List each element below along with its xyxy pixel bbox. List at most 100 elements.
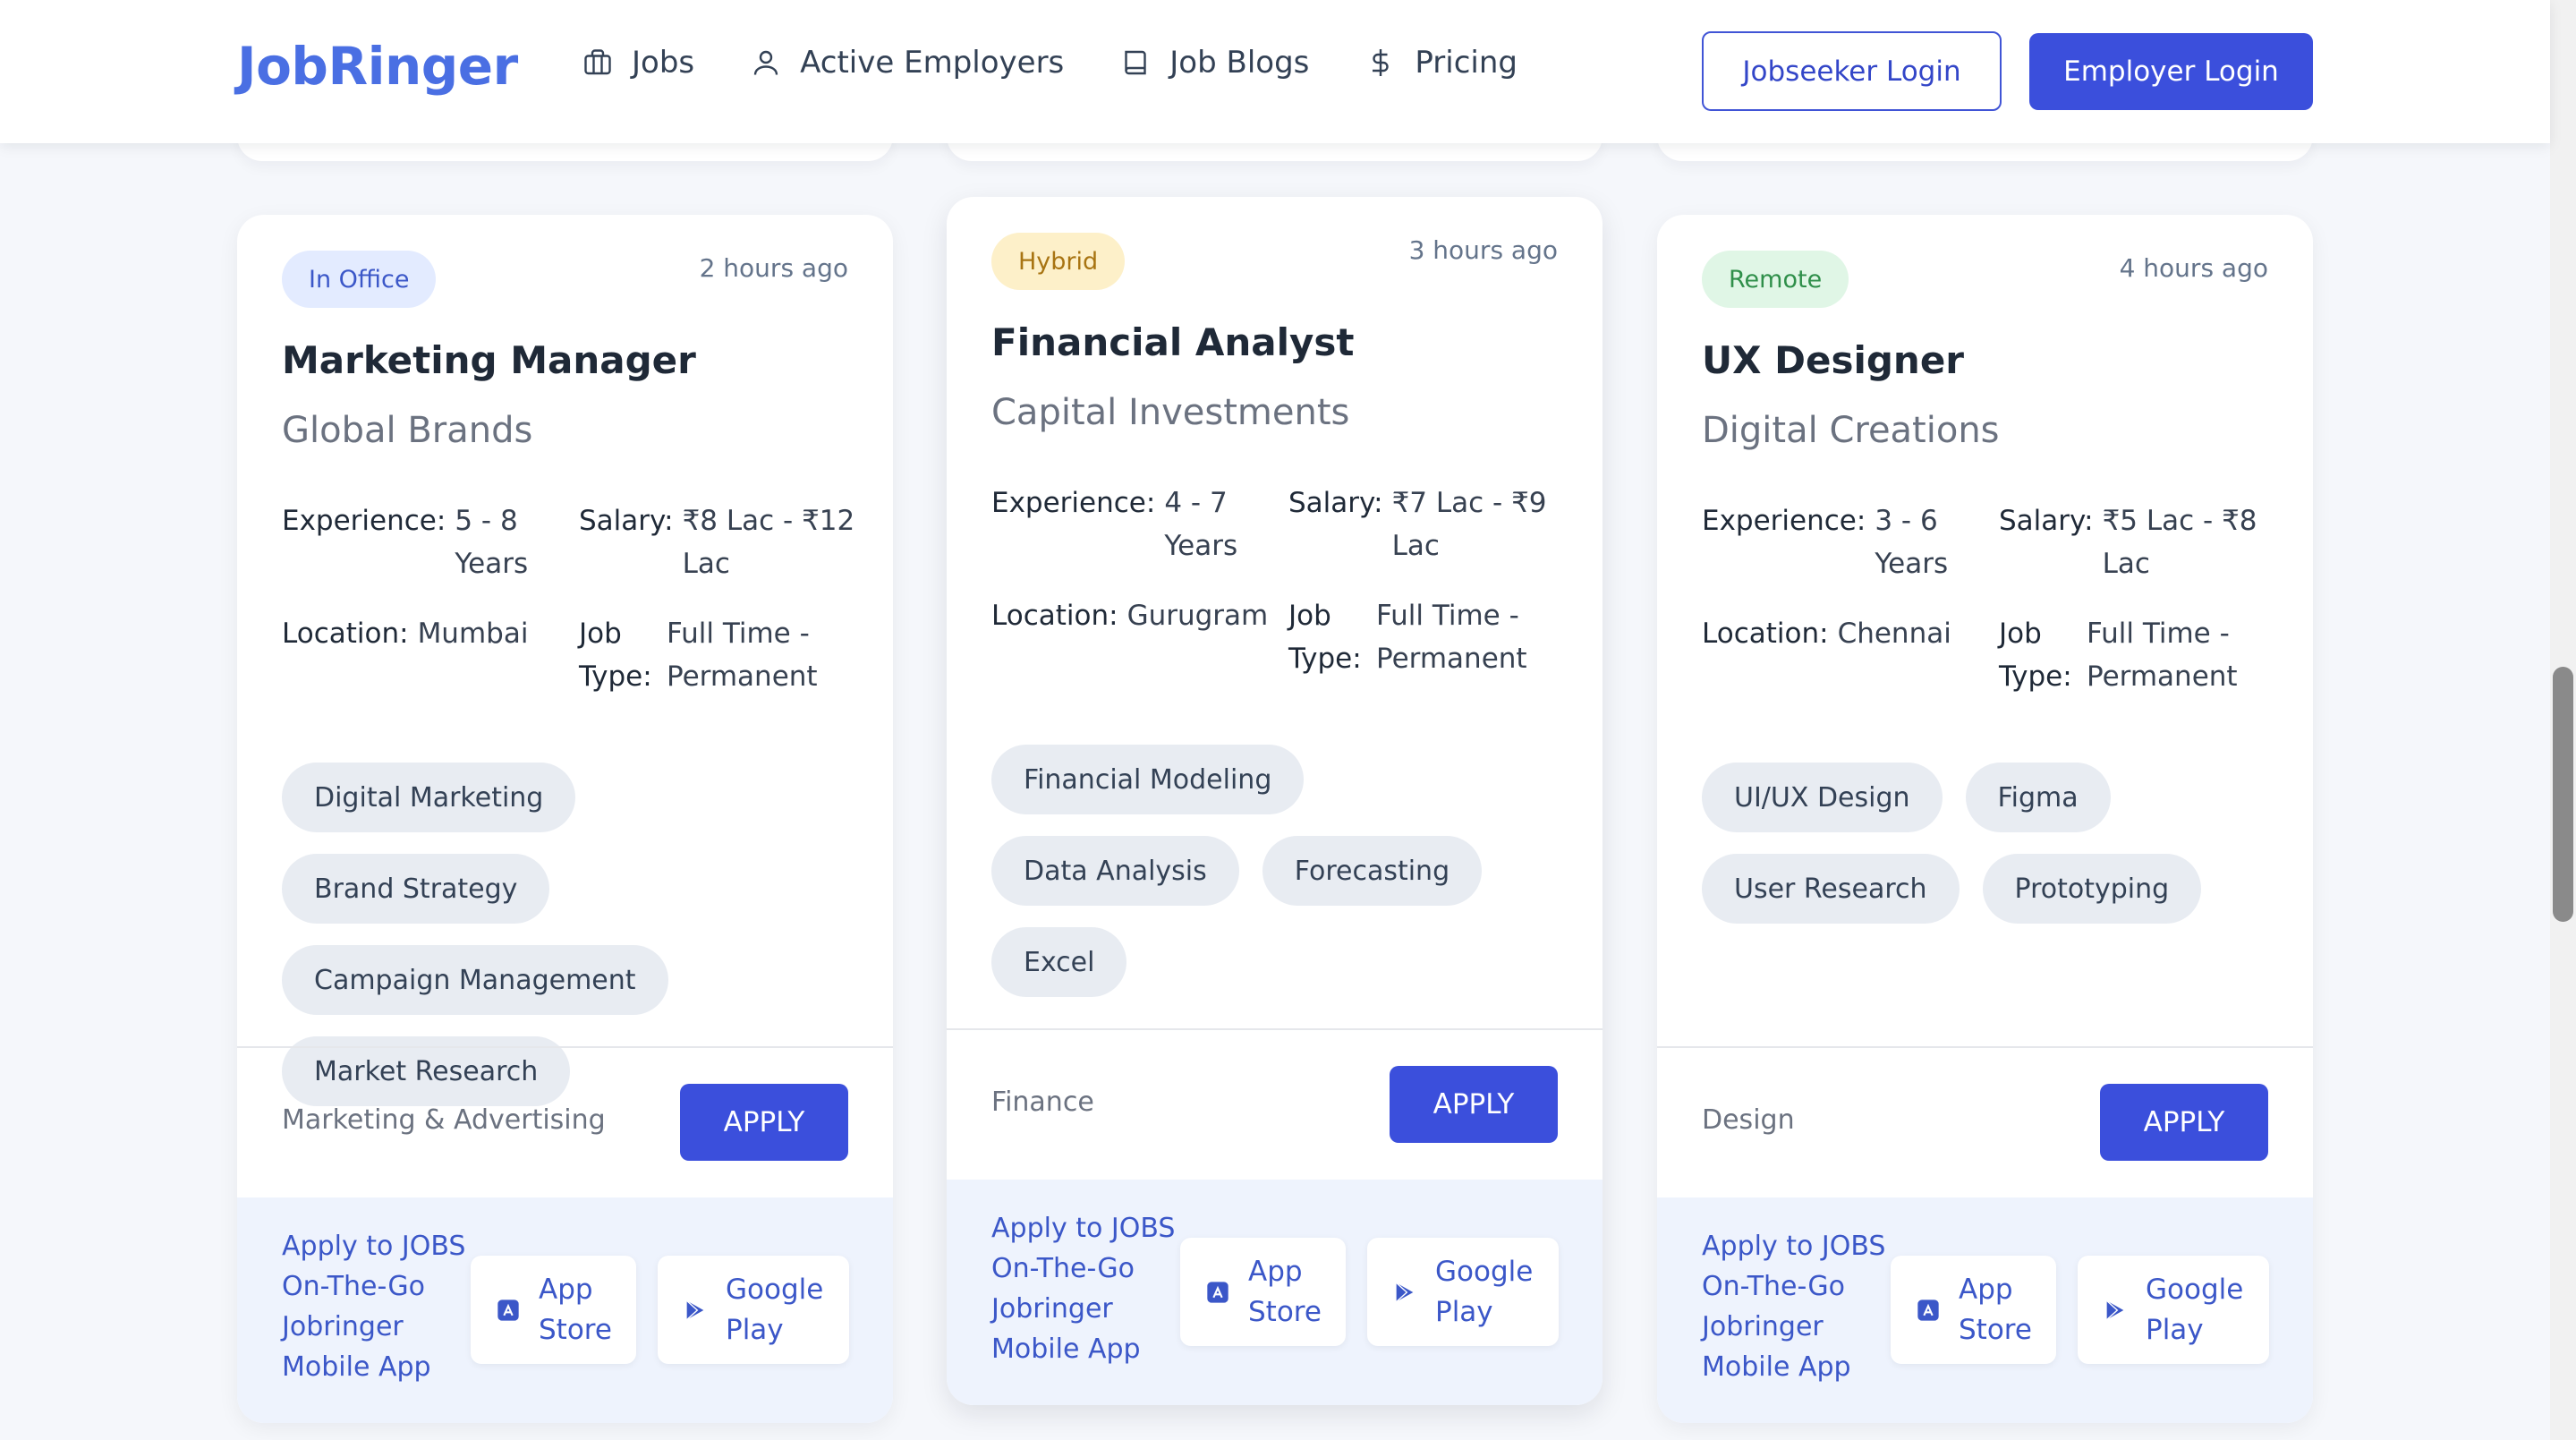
main-nav: Jobs Active Employers Job Blogs Pricing xyxy=(582,45,1573,81)
work-mode-badge: Hybrid xyxy=(991,233,1126,290)
job-title[interactable]: Marketing Manager xyxy=(282,338,696,382)
app-store-icon xyxy=(497,1299,519,1321)
company-name[interactable]: Digital Creations xyxy=(1702,410,2000,451)
app-store-button[interactable]: App Store xyxy=(1180,1238,1346,1346)
skill-tag[interactable]: Financial Modeling xyxy=(991,745,1305,814)
google-play-button[interactable]: Google Play xyxy=(2078,1256,2269,1364)
experience-value: 3 - 6 Years xyxy=(1875,505,1949,580)
job-type-value: Full Time - Permanent xyxy=(1376,600,1527,675)
location-label: Location: xyxy=(991,600,1118,632)
salary-field: Salary: ₹7 Lac - ₹9 Lac xyxy=(1288,481,1575,567)
skill-tag[interactable]: Brand Strategy xyxy=(282,854,550,924)
location-field: Location: Chennai xyxy=(1702,612,1988,655)
location-label: Location: xyxy=(282,618,409,650)
employer-login-button[interactable]: Employer Login xyxy=(2029,33,2313,110)
app-promo-text: Apply to JOBS On-The-Go Jobringer Mobile… xyxy=(1702,1231,1886,1383)
job-card-financial-analyst[interactable]: Hybrid 3 hours ago Financial Analyst Cap… xyxy=(947,197,1603,1405)
location-label: Location: xyxy=(1702,618,1829,650)
skill-tag[interactable]: Forecasting xyxy=(1262,836,1483,906)
app-store-icon xyxy=(1207,1281,1228,1303)
skill-tag[interactable]: Prototyping xyxy=(1982,854,2202,924)
skill-tag[interactable]: UI/UX Design xyxy=(1702,763,1943,832)
experience-field: Experience: 5 - 8 Years xyxy=(282,499,568,585)
job-type-field: Job Type: Full Time - Permanent xyxy=(1999,612,2285,698)
dollar-icon xyxy=(1373,49,1390,76)
company-name[interactable]: Capital Investments xyxy=(991,392,1349,433)
salary-label: Salary: xyxy=(579,505,674,537)
briefcase-icon xyxy=(584,49,611,75)
experience-field: Experience: 4 - 7 Years xyxy=(991,481,1278,567)
salary-field: Salary: ₹8 Lac - ₹12 Lac xyxy=(579,499,865,585)
nav-item-jobs[interactable]: Jobs xyxy=(582,45,694,81)
job-type-value: Full Time - Permanent xyxy=(2087,618,2238,693)
app-store-button[interactable]: App Store xyxy=(1891,1256,2056,1364)
nav-item-active-employers[interactable]: Active Employers xyxy=(750,45,1064,81)
nav-item-pricing[interactable]: Pricing xyxy=(1365,45,1518,81)
job-type-label: Job Type: xyxy=(1999,618,2072,693)
job-title[interactable]: UX Designer xyxy=(1702,338,1964,382)
google-play-button[interactable]: Google Play xyxy=(1367,1238,1559,1346)
company-name[interactable]: Global Brands xyxy=(282,410,532,451)
salary-field: Salary: ₹5 Lac - ₹8 Lac xyxy=(1999,499,2285,585)
job-type-field: Job Type: Full Time - Permanent xyxy=(1288,594,1575,680)
skill-tag[interactable]: Data Analysis xyxy=(991,836,1239,906)
card-divider xyxy=(947,1028,1603,1030)
google-play-icon xyxy=(1396,1282,1414,1302)
salary-label: Salary: xyxy=(1288,487,1383,519)
app-store-label: App Store xyxy=(539,1273,612,1346)
skill-tags: Digital Marketing Brand Strategy Campaig… xyxy=(282,763,863,1128)
book-icon xyxy=(1125,50,1146,75)
skill-tag[interactable]: Excel xyxy=(991,927,1127,997)
app-promo-text: Apply to JOBS On-The-Go Jobringer Mobile… xyxy=(282,1231,466,1383)
location-field: Location: Mumbai xyxy=(282,612,568,655)
salary-value: ₹8 Lac - ₹12 Lac xyxy=(682,505,855,580)
experience-label: Experience: xyxy=(1702,505,1866,537)
location-value: Chennai xyxy=(1837,618,1951,650)
apply-button[interactable]: APPLY xyxy=(680,1084,848,1161)
page: JobRinger Jobs Active Employers Job Blog… xyxy=(0,0,2576,1440)
job-type-value: Full Time - Permanent xyxy=(667,618,818,693)
skill-tag[interactable]: User Research xyxy=(1702,854,1960,924)
location-field: Location: Gurugram xyxy=(991,594,1278,637)
job-card-marketing-manager[interactable]: In Office 2 hours ago Marketing Manager … xyxy=(237,215,893,1423)
salary-label: Salary: xyxy=(1999,505,2094,537)
posted-time: 3 hours ago xyxy=(1408,235,1558,265)
posted-time: 2 hours ago xyxy=(699,253,848,283)
app-store-button[interactable]: App Store xyxy=(471,1256,636,1364)
experience-field: Experience: 3 - 6 Years xyxy=(1702,499,1988,585)
job-card-ux-designer[interactable]: Remote 4 hours ago UX Designer Digital C… xyxy=(1657,215,2313,1423)
work-mode-badge: Remote xyxy=(1702,251,1849,308)
skill-tag[interactable]: Campaign Management xyxy=(282,945,668,1015)
google-play-label: Google Play xyxy=(726,1273,824,1346)
skill-tag[interactable]: Digital Marketing xyxy=(282,763,576,832)
google-play-button[interactable]: Google Play xyxy=(658,1256,849,1364)
experience-label: Experience: xyxy=(991,487,1156,519)
mobile-app-promo: Apply to JOBS On-The-Go Jobringer Mobile… xyxy=(237,1197,893,1423)
job-category: Finance xyxy=(991,1086,1094,1118)
google-play-icon xyxy=(2106,1299,2124,1320)
scrollbar-thumb[interactable] xyxy=(2553,667,2573,922)
top-navbar: JobRinger Jobs Active Employers Job Blog… xyxy=(0,0,2550,143)
nav-label-active-employers: Active Employers xyxy=(800,45,1065,81)
app-promo-text: Apply to JOBS On-The-Go Jobringer Mobile… xyxy=(991,1213,1176,1365)
job-type-field: Job Type: Full Time - Permanent xyxy=(579,612,865,698)
google-play-icon xyxy=(686,1299,704,1320)
jobseeker-login-button[interactable]: Jobseeker Login xyxy=(1702,31,2002,111)
nav-item-job-blogs[interactable]: Job Blogs xyxy=(1119,45,1309,81)
salary-value: ₹5 Lac - ₹8 Lac xyxy=(2102,505,2257,580)
salary-value: ₹7 Lac - ₹9 Lac xyxy=(1391,487,1547,562)
experience-label: Experience: xyxy=(282,505,446,537)
experience-value: 4 - 7 Years xyxy=(1164,487,1238,562)
skill-tag[interactable]: Figma xyxy=(1965,763,2111,832)
app-store-label: App Store xyxy=(1248,1255,1322,1328)
mobile-app-promo: Apply to JOBS On-The-Go Jobringer Mobile… xyxy=(1657,1197,2313,1423)
nav-label-jobs: Jobs xyxy=(632,45,695,81)
experience-value: 5 - 8 Years xyxy=(455,505,529,580)
app-store-icon xyxy=(1917,1299,1939,1321)
job-type-label: Job Type: xyxy=(1288,600,1362,675)
brand-logo[interactable]: JobRinger xyxy=(237,36,518,97)
job-title[interactable]: Financial Analyst xyxy=(991,320,1354,364)
apply-button[interactable]: APPLY xyxy=(2100,1084,2268,1161)
apply-button[interactable]: APPLY xyxy=(1390,1066,1558,1143)
user-icon xyxy=(753,50,778,75)
